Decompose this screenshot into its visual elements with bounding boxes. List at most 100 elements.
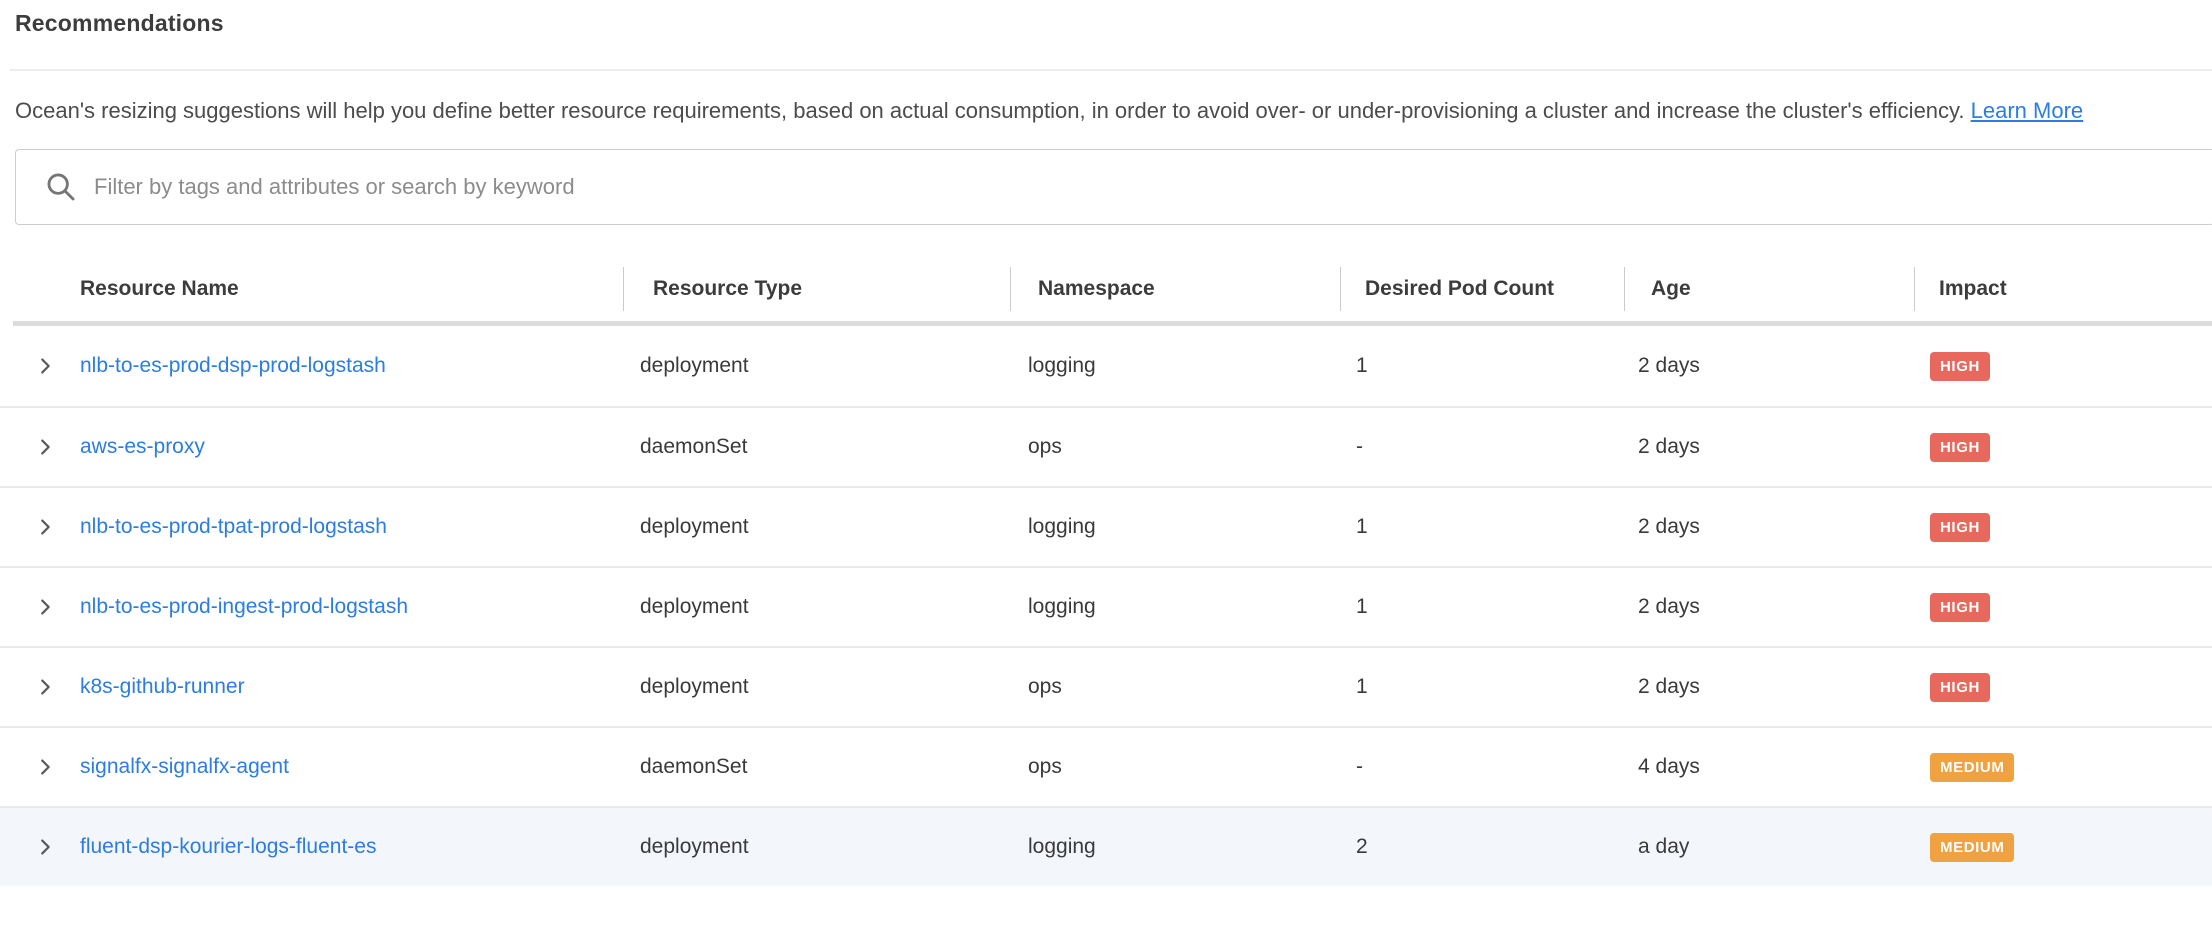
- column-header-desired-pod-count[interactable]: Desired Pod Count: [1340, 257, 1624, 321]
- chevron-right-icon: [34, 516, 56, 538]
- table-row: nlb-to-es-prod-ingest-prod-logstash depl…: [0, 566, 2212, 646]
- desired-pod-count-cell: -: [1340, 435, 1624, 459]
- expand-row-button[interactable]: [0, 836, 80, 858]
- expand-row-button[interactable]: [0, 355, 80, 377]
- resource-name-cell: k8s-github-runner: [0, 675, 623, 699]
- impact-badge: HIGH: [1930, 433, 1990, 462]
- column-header-resource-name[interactable]: Resource Name: [0, 257, 623, 321]
- column-header-age[interactable]: Age: [1624, 257, 1914, 321]
- age-cell: 4 days: [1624, 755, 1914, 779]
- age-cell: 2 days: [1624, 515, 1914, 539]
- column-header-label: Namespace: [1038, 277, 1155, 301]
- impact-cell: HIGH: [1914, 673, 2212, 702]
- impact-badge: MEDIUM: [1930, 833, 2014, 862]
- description-body: Ocean's resizing suggestions will help y…: [15, 98, 1965, 123]
- resource-name-link[interactable]: nlb-to-es-prod-dsp-prod-logstash: [80, 354, 386, 378]
- desired-pod-count-cell: 1: [1340, 515, 1624, 539]
- column-header-namespace[interactable]: Namespace: [1010, 257, 1340, 321]
- resource-name-link[interactable]: nlb-to-es-prod-ingest-prod-logstash: [80, 595, 408, 619]
- expand-row-button[interactable]: [0, 676, 80, 698]
- impact-badge: HIGH: [1930, 352, 1990, 381]
- chevron-right-icon: [34, 436, 56, 458]
- resource-type-cell: deployment: [623, 515, 1010, 539]
- namespace-cell: ops: [1010, 675, 1340, 699]
- impact-cell: HIGH: [1914, 352, 2212, 381]
- table-row: nlb-to-es-prod-dsp-prod-logstash deploym…: [0, 326, 2212, 406]
- recommendations-table: Resource Name Resource Type Namespace De…: [0, 257, 2212, 886]
- resource-name-cell: nlb-to-es-prod-ingest-prod-logstash: [0, 595, 623, 619]
- impact-badge: HIGH: [1930, 593, 1990, 622]
- table-row: aws-es-proxy daemonSet ops - 2 days HIGH: [0, 406, 2212, 486]
- description-text: Ocean's resizing suggestions will help y…: [15, 93, 2195, 129]
- impact-cell: MEDIUM: [1914, 833, 2212, 862]
- namespace-cell: logging: [1010, 354, 1340, 378]
- impact-badge: HIGH: [1930, 673, 1990, 702]
- impact-badge: MEDIUM: [1930, 753, 2014, 782]
- age-cell: 2 days: [1624, 435, 1914, 459]
- resource-name-link[interactable]: aws-es-proxy: [80, 435, 205, 459]
- table-header-row: Resource Name Resource Type Namespace De…: [0, 257, 2212, 321]
- resource-name-link[interactable]: nlb-to-es-prod-tpat-prod-logstash: [80, 515, 387, 539]
- desired-pod-count-cell: 1: [1340, 354, 1624, 378]
- column-separator: [1010, 267, 1011, 311]
- column-header-label: Resource Name: [80, 277, 239, 301]
- chevron-right-icon: [34, 596, 56, 618]
- learn-more-link[interactable]: Learn More: [1971, 98, 2084, 123]
- search-input[interactable]: [78, 150, 2212, 224]
- namespace-cell: logging: [1010, 835, 1340, 859]
- column-header-label: Resource Type: [653, 277, 802, 301]
- age-cell: 2 days: [1624, 595, 1914, 619]
- namespace-cell: ops: [1010, 755, 1340, 779]
- resource-name-cell: signalfx-signalfx-agent: [0, 755, 623, 779]
- resource-type-cell: daemonSet: [623, 435, 1010, 459]
- impact-cell: HIGH: [1914, 593, 2212, 622]
- resource-name-cell: fluent-dsp-kourier-logs-fluent-es: [0, 835, 623, 859]
- column-header-label: Desired Pod Count: [1365, 277, 1554, 301]
- desired-pod-count-cell: 1: [1340, 675, 1624, 699]
- namespace-cell: logging: [1010, 595, 1340, 619]
- column-separator: [623, 267, 624, 311]
- search-icon: [44, 170, 78, 204]
- table-row: signalfx-signalfx-agent daemonSet ops - …: [0, 726, 2212, 806]
- table-row: k8s-github-runner deployment ops 1 2 day…: [0, 646, 2212, 726]
- age-cell: a day: [1624, 835, 1914, 859]
- desired-pod-count-cell: 2: [1340, 835, 1624, 859]
- resource-type-cell: deployment: [623, 595, 1010, 619]
- column-separator: [1624, 267, 1625, 311]
- resource-name-cell: nlb-to-es-prod-tpat-prod-logstash: [0, 515, 623, 539]
- page-title: Recommendations: [0, 0, 2212, 37]
- resource-name-link[interactable]: k8s-github-runner: [80, 675, 245, 699]
- filter-search-box[interactable]: [15, 149, 2212, 225]
- expand-row-button[interactable]: [0, 516, 80, 538]
- expand-row-button[interactable]: [0, 436, 80, 458]
- resource-name-link[interactable]: fluent-dsp-kourier-logs-fluent-es: [80, 835, 376, 859]
- column-header-label: Impact: [1939, 277, 2007, 301]
- desired-pod-count-cell: -: [1340, 755, 1624, 779]
- desired-pod-count-cell: 1: [1340, 595, 1624, 619]
- resource-type-cell: daemonSet: [623, 755, 1010, 779]
- resource-name-link[interactable]: signalfx-signalfx-agent: [80, 755, 289, 779]
- title-divider: [10, 69, 2212, 71]
- namespace-cell: logging: [1010, 515, 1340, 539]
- table-body: nlb-to-es-prod-dsp-prod-logstash deploym…: [0, 326, 2212, 886]
- impact-cell: HIGH: [1914, 513, 2212, 542]
- age-cell: 2 days: [1624, 354, 1914, 378]
- column-header-impact[interactable]: Impact: [1914, 257, 2212, 321]
- impact-cell: HIGH: [1914, 433, 2212, 462]
- column-header-resource-type[interactable]: Resource Type: [623, 257, 1010, 321]
- chevron-right-icon: [34, 836, 56, 858]
- table-row: nlb-to-es-prod-tpat-prod-logstash deploy…: [0, 486, 2212, 566]
- expand-row-button[interactable]: [0, 756, 80, 778]
- resource-type-cell: deployment: [623, 354, 1010, 378]
- column-separator: [1914, 267, 1915, 311]
- chevron-right-icon: [34, 355, 56, 377]
- recommendations-page: Recommendations Ocean's resizing suggest…: [0, 0, 2212, 940]
- impact-badge: HIGH: [1930, 513, 1990, 542]
- resource-name-cell: nlb-to-es-prod-dsp-prod-logstash: [0, 354, 623, 378]
- expand-row-button[interactable]: [0, 596, 80, 618]
- table-row: fluent-dsp-kourier-logs-fluent-es deploy…: [0, 806, 2212, 886]
- chevron-right-icon: [34, 756, 56, 778]
- resource-type-cell: deployment: [623, 835, 1010, 859]
- namespace-cell: ops: [1010, 435, 1340, 459]
- impact-cell: MEDIUM: [1914, 753, 2212, 782]
